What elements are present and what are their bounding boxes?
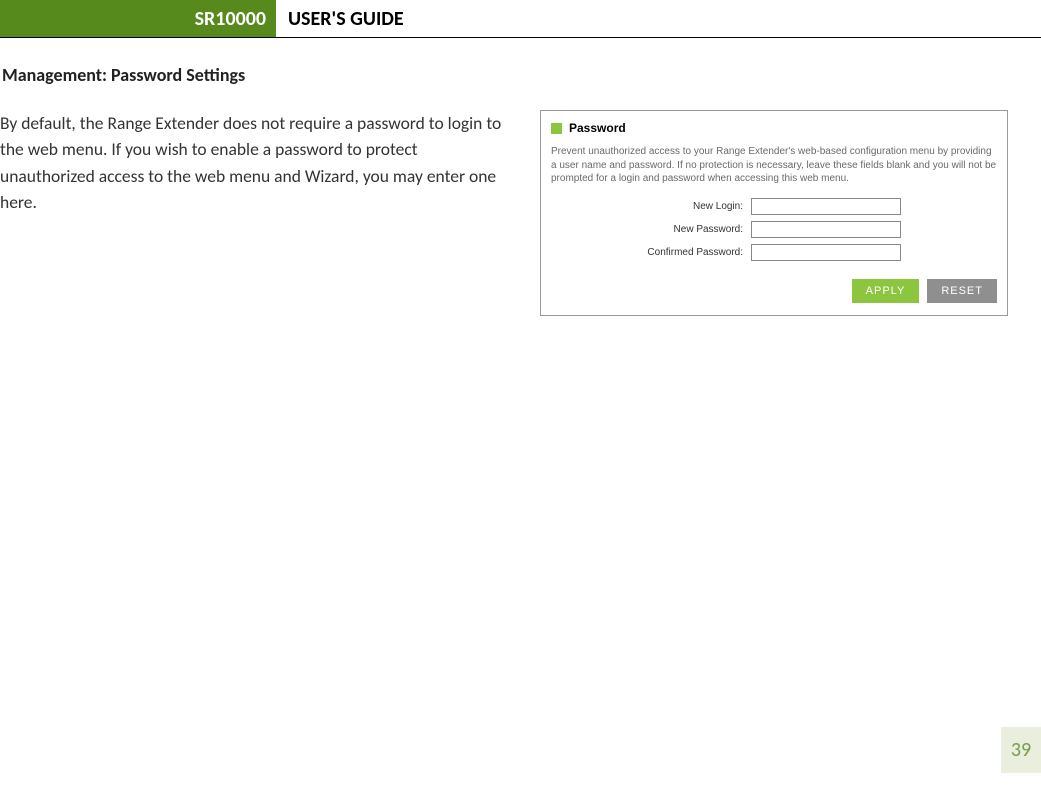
apply-button[interactable]: APPLY xyxy=(852,279,920,303)
new-password-label: New Password: xyxy=(551,224,751,235)
new-login-label: New Login: xyxy=(551,201,751,212)
page-number: 39 xyxy=(1001,727,1041,773)
confirmed-password-label: Confirmed Password: xyxy=(551,247,751,258)
reset-button[interactable]: RESET xyxy=(927,279,997,303)
description-text: By default, the Range Extender does not … xyxy=(0,110,510,215)
guide-title: USER'S GUIDE xyxy=(276,0,404,37)
new-login-input[interactable] xyxy=(751,198,901,215)
model-badge: SR10000 xyxy=(0,0,276,37)
panel-help-text: Prevent unauthorized access to your Rang… xyxy=(551,145,997,186)
password-panel: Password Prevent unauthorized access to … xyxy=(540,110,1008,316)
panel-title: Password xyxy=(569,121,626,135)
section-heading: Management: Password Settings xyxy=(2,64,1041,86)
panel-bullet-icon xyxy=(551,123,562,134)
new-password-input[interactable] xyxy=(751,221,901,238)
confirmed-password-input[interactable] xyxy=(751,244,901,261)
header-bar: SR10000 USER'S GUIDE xyxy=(0,0,1041,38)
